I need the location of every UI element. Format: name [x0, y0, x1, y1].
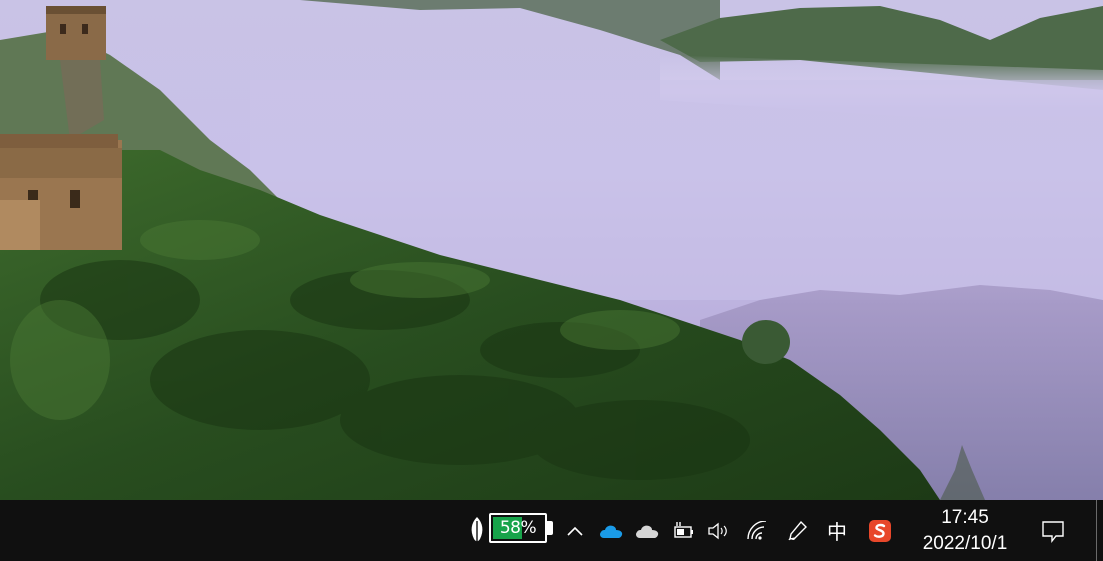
clock-date: 2022/10/1	[922, 532, 1008, 554]
chevron-up-icon[interactable]	[563, 500, 587, 561]
watchtower-lower	[0, 134, 122, 250]
battery-indicator[interactable]: 58%	[489, 513, 557, 547]
desktop-wallpaper	[0, 0, 1103, 500]
pen-icon[interactable]	[784, 500, 810, 561]
leaf-icon[interactable]	[465, 500, 489, 561]
wifi-icon[interactable]	[743, 500, 771, 561]
system-clock[interactable]: 17:45 2022/10/1	[906, 500, 1024, 561]
sogou-s-icon[interactable]	[866, 500, 894, 561]
battery-cap	[547, 521, 553, 535]
ime-label: 中	[827, 520, 847, 544]
battery-body: 58%	[489, 513, 547, 543]
onedrive-cloud-icon[interactable]	[597, 500, 625, 561]
action-center-icon[interactable]	[1038, 500, 1068, 561]
clock-time: 17:45	[941, 506, 989, 528]
cloud-icon[interactable]	[633, 500, 661, 561]
plug-battery-icon[interactable]	[669, 500, 697, 561]
ime-mode-indicator[interactable]: 中	[823, 500, 851, 561]
speaker-icon[interactable]	[704, 500, 732, 561]
taskbar: 58% 中 17:45 2022/10/1	[0, 500, 1103, 561]
show-desktop-button[interactable]	[1096, 500, 1103, 561]
battery-percent: 58%	[499, 518, 537, 538]
great-wall-landscape-image	[0, 0, 1103, 500]
